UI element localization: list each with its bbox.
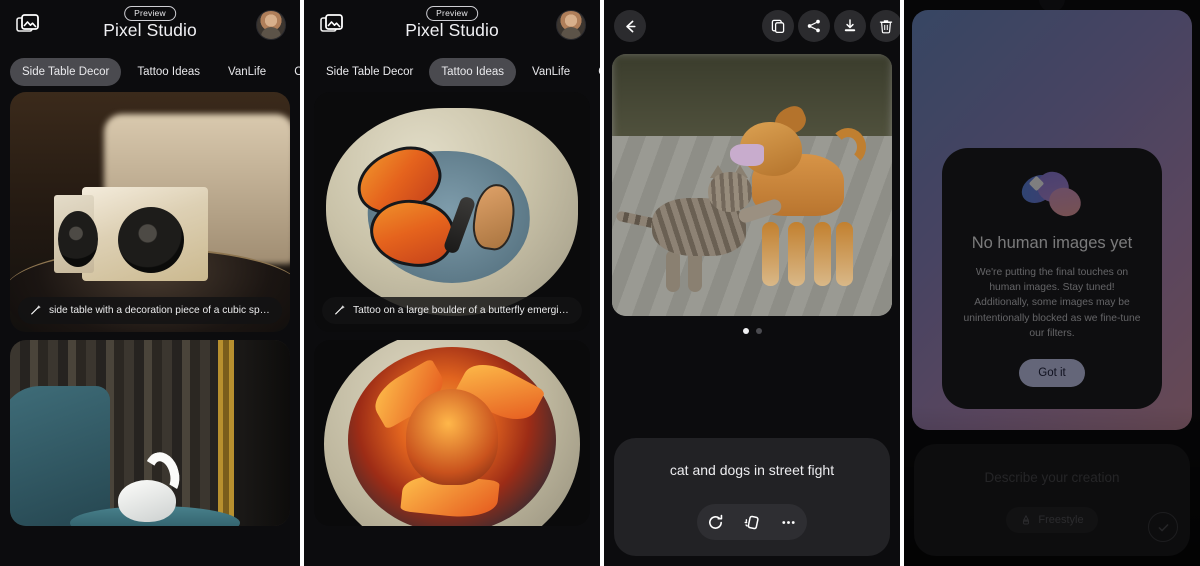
no-human-images-dialog: No human images yet We're putting the fi…	[942, 148, 1162, 410]
image-pager[interactable]	[604, 328, 900, 334]
delete-icon	[879, 20, 893, 34]
style-variation-button[interactable]	[743, 514, 760, 531]
page-title: Pixel Studio	[103, 20, 197, 40]
caption-text: side table with a decoration piece of a …	[49, 305, 270, 316]
app-header: Preview Pixel Studio	[304, 0, 600, 52]
cat-subject	[615, 165, 784, 292]
feed-card[interactable]	[314, 340, 590, 526]
dialog-title: No human images yet	[971, 234, 1133, 252]
feed-card[interactable]: Tattoo on a large boulder of a butterfly…	[314, 92, 590, 332]
caption-text: Tattoo on a large boulder of a butterfly…	[353, 305, 571, 316]
generated-image-swan	[10, 340, 290, 526]
check-icon	[1158, 523, 1168, 531]
more-options-icon	[782, 520, 795, 524]
panel-image-detail: cat and dogs in street fight	[604, 0, 900, 566]
pixel-studio-logo-icon	[1016, 166, 1085, 221]
generated-image-butterfly-boulder	[314, 92, 590, 332]
prompt-composer: Describe your creation Freestyle	[914, 444, 1190, 556]
prompt-card: cat and dogs in street fight	[614, 438, 890, 556]
back-button[interactable]	[614, 10, 646, 42]
tab-cinema[interactable]: Cinema	[282, 58, 300, 86]
app-header: Preview Pixel Studio	[0, 0, 300, 52]
regenerate-icon	[708, 514, 723, 529]
download-button[interactable]	[834, 10, 866, 42]
describe-input[interactable]: Describe your creation	[928, 470, 1176, 485]
style-chip[interactable]: Freestyle	[1006, 507, 1098, 533]
preview-badge: Preview	[426, 6, 478, 21]
feed-card[interactable]: side table with a decoration piece of a …	[10, 92, 290, 332]
feed-card[interactable]	[10, 340, 290, 526]
tab-cinema[interactable]: Cinema	[586, 58, 600, 86]
magic-wand-icon	[29, 304, 42, 317]
tab-side-table-decor[interactable]: Side Table Decor	[10, 58, 122, 86]
style-chip-label: Freestyle	[1038, 514, 1084, 526]
generated-image-phoenix-boulder	[314, 340, 590, 526]
magic-wand-icon	[333, 304, 346, 317]
tab-bar: Side Table Decor Tattoo Ideas VanLife Ci…	[0, 52, 300, 92]
style-variation-icon	[745, 515, 760, 529]
tab-tattoo-ideas[interactable]: Tattoo Ideas	[429, 58, 517, 86]
avatar[interactable]	[556, 10, 586, 40]
detail-image[interactable]	[612, 54, 892, 316]
detail-toolbar	[604, 0, 900, 52]
image-feed: Tattoo on a large boulder of a butterfly…	[304, 92, 600, 526]
tab-side-table-decor[interactable]: Side Table Decor	[314, 58, 425, 86]
tab-vanlife[interactable]: VanLife	[216, 58, 278, 86]
delete-button[interactable]	[870, 10, 900, 42]
card-caption[interactable]: Tattoo on a large boulder of a butterfly…	[322, 297, 582, 324]
back-arrow-icon	[625, 20, 636, 32]
gallery-folder-icon[interactable]	[16, 14, 40, 36]
composer-controls: Freestyle	[928, 507, 1176, 533]
pager-dot-active[interactable]	[742, 328, 749, 334]
download-icon	[844, 19, 856, 32]
prompt-text[interactable]: cat and dogs in street fight	[630, 462, 874, 478]
panel-feed-tattoo: Preview Pixel Studio Side Table Decor Ta…	[304, 0, 600, 566]
panel-no-human-images-dialog: No human images yet We're putting the fi…	[904, 0, 1200, 566]
tab-vanlife[interactable]: VanLife	[520, 58, 582, 86]
more-options-button[interactable]	[780, 514, 797, 531]
regenerate-button[interactable]	[707, 514, 724, 531]
copy-icon	[771, 19, 785, 34]
image-feed: side table with a decoration piece of a …	[0, 92, 300, 526]
panel-feed-side-table: Preview Pixel Studio Side Table Decor Ta…	[0, 0, 300, 566]
page-title: Pixel Studio	[405, 20, 499, 40]
submit-button[interactable]	[1148, 512, 1178, 542]
gallery-folder-icon[interactable]	[320, 14, 344, 36]
card-caption[interactable]: side table with a decoration piece of a …	[18, 297, 282, 324]
avatar[interactable]	[256, 10, 286, 40]
style-icon	[1023, 514, 1030, 525]
share-icon	[807, 19, 820, 33]
screenshot-strip: Preview Pixel Studio Side Table Decor Ta…	[0, 0, 1200, 566]
tab-bar: Side Table Decor Tattoo Ideas VanLife Ci…	[304, 52, 600, 92]
tab-tattoo-ideas[interactable]: Tattoo Ideas	[125, 58, 212, 86]
generated-image-speaker	[10, 92, 290, 332]
pager-dot[interactable]	[755, 328, 762, 334]
preview-badge: Preview	[124, 6, 176, 21]
dialog-body: We're putting the final touches on human…	[963, 267, 1141, 339]
copy-button[interactable]	[762, 10, 794, 42]
prompt-action-bar	[697, 504, 807, 540]
got-it-button[interactable]: Got it	[1019, 359, 1085, 388]
share-button[interactable]	[798, 10, 830, 42]
